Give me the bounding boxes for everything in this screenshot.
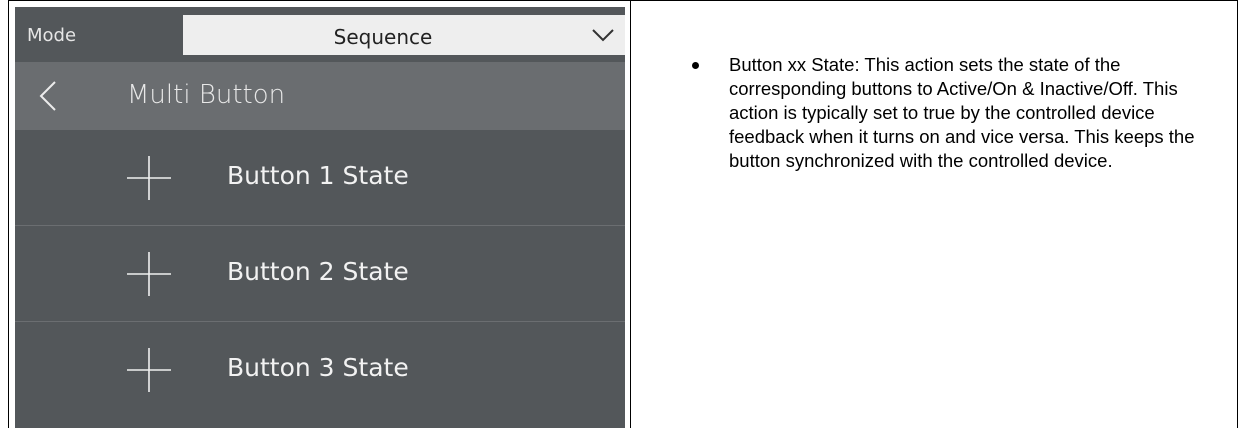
section-title: Multi Button bbox=[127, 80, 286, 110]
list-item-button-3-state[interactable]: Button 3 State bbox=[15, 322, 625, 418]
list-item-label: Button 2 State bbox=[227, 257, 409, 286]
description-cell: Button xx State: This action sets the st… bbox=[631, 1, 1237, 428]
plus-icon bbox=[127, 348, 171, 392]
screenshot-cell: Mode Sequence Multi Button Button 1 Stat… bbox=[9, 1, 631, 428]
list-item-label: Button 3 State bbox=[227, 353, 409, 382]
description-bullet: Button xx State: This action sets the st… bbox=[689, 53, 1229, 173]
plus-icon bbox=[127, 156, 171, 200]
mode-dropdown-value: Sequence bbox=[333, 25, 433, 49]
list-item-button-2-state[interactable]: Button 2 State bbox=[15, 226, 625, 322]
plus-icon bbox=[127, 252, 171, 296]
description-text: Button xx State: This action sets the st… bbox=[729, 54, 1195, 171]
mode-dropdown[interactable]: Sequence bbox=[183, 15, 625, 55]
bullet-icon bbox=[692, 62, 699, 69]
list-item-button-1-state[interactable]: Button 1 State bbox=[15, 130, 625, 226]
document-table: Mode Sequence Multi Button Button 1 Stat… bbox=[8, 0, 1238, 428]
description-list: Button xx State: This action sets the st… bbox=[689, 53, 1229, 173]
back-chevron-icon[interactable] bbox=[37, 80, 59, 112]
section-header: Multi Button bbox=[15, 62, 625, 130]
mode-row: Mode Sequence bbox=[15, 7, 625, 62]
list-item-label: Button 1 State bbox=[227, 161, 409, 190]
multi-button-panel: Mode Sequence Multi Button Button 1 Stat… bbox=[15, 7, 625, 428]
chevron-down-icon bbox=[592, 29, 614, 42]
mode-label: Mode bbox=[27, 25, 77, 46]
